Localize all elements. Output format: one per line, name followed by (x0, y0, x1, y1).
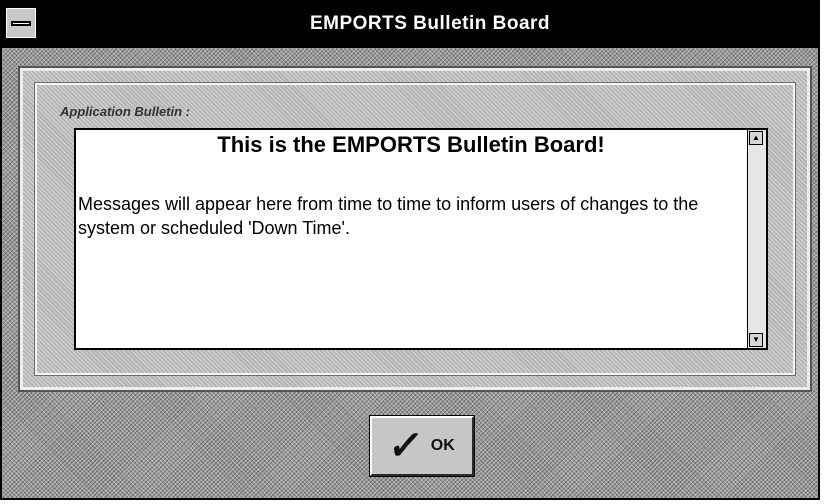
bulletin-text-area[interactable]: This is the EMPORTS Bulletin Board! Mess… (74, 128, 768, 350)
scroll-down-arrow-icon[interactable]: ▼ (749, 333, 763, 347)
title-bar[interactable]: EMPORTS Bulletin Board (2, 2, 818, 48)
bulletin-board-window: EMPORTS Bulletin Board Application Bulle… (0, 0, 820, 500)
window-title: EMPORTS Bulletin Board (309, 13, 551, 34)
scroll-up-arrow-icon[interactable]: ▲ (749, 131, 763, 145)
bulletin-label: Application Bulletin : (60, 104, 190, 119)
checkmark-icon: ✓ (386, 424, 426, 468)
ok-button[interactable]: ✓ OK (369, 415, 475, 477)
bulletin-heading: This is the EMPORTS Bulletin Board! (217, 132, 605, 157)
vertical-scrollbar[interactable]: ▲ ▼ (747, 130, 766, 348)
system-menu-icon[interactable] (6, 8, 36, 38)
ok-button-label: OK (430, 437, 455, 454)
bulletin-message: Messages will appear here from time to t… (78, 194, 699, 238)
